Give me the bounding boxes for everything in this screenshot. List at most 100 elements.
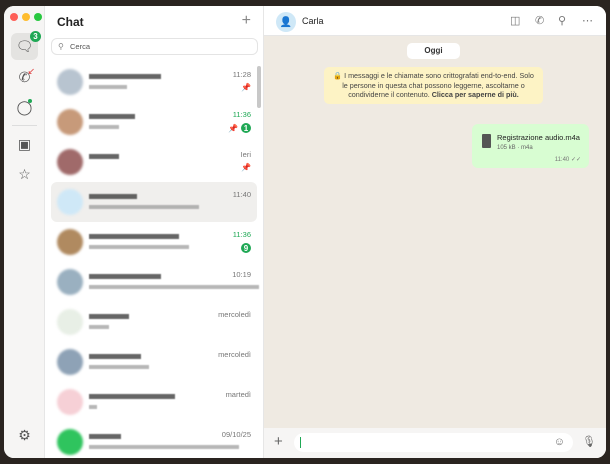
- chat-list: 11:28 📌 11:36 📌 1 Ieri 📌 11:40 11:36 9 10…: [45, 62, 263, 458]
- avatar: [57, 429, 83, 455]
- starred-button[interactable]: ☆: [11, 161, 38, 188]
- message-bubble[interactable]: Registrazione audio.m4a 105 kB · m4a 11:…: [472, 124, 589, 168]
- chat-row[interactable]: 09/10/25: [51, 422, 257, 458]
- search-icon[interactable]: ⚲: [558, 14, 566, 27]
- chat-row[interactable]: 11:28 📌: [51, 62, 257, 102]
- contact-name-redacted: [89, 234, 179, 239]
- contact-name[interactable]: Carla: [302, 16, 324, 26]
- avatar: [57, 109, 83, 135]
- text-caret: [300, 437, 301, 448]
- message-input[interactable]: ☺: [294, 433, 573, 452]
- chat-time: mercoledì: [218, 350, 251, 359]
- contact-avatar[interactable]: 👤: [276, 12, 296, 32]
- status-button[interactable]: ◯: [11, 94, 38, 121]
- chat-time: 11:36: [232, 230, 251, 239]
- contact-name-redacted: [89, 154, 119, 159]
- file-info: 105 kB · m4a: [497, 145, 533, 151]
- chat-time: 10:19: [232, 270, 251, 279]
- missed-call-icon: ↙: [27, 66, 35, 76]
- scrollbar[interactable]: [257, 66, 261, 108]
- voice-call-icon[interactable]: ✆: [535, 14, 544, 27]
- traffic-lights: [10, 13, 42, 21]
- chats-button[interactable]: 🗨 3: [11, 31, 41, 60]
- settings-icon: ⚙: [18, 427, 31, 443]
- avatar: [57, 69, 83, 95]
- avatar: [57, 149, 83, 175]
- search-placeholder: Cerca: [70, 42, 91, 51]
- chat-row[interactable]: martedì: [51, 382, 257, 422]
- message-preview-redacted: [89, 285, 259, 289]
- encryption-notice[interactable]: 🔒 I messaggi e le chiamate sono crittogr…: [324, 67, 543, 104]
- composer: + ☺ 🎙: [264, 428, 606, 458]
- contact-name-redacted: [89, 274, 161, 279]
- emoji-icon[interactable]: ☺: [554, 436, 565, 448]
- read-ticks-icon: ✓✓: [570, 157, 581, 163]
- learn-more-link[interactable]: Clicca per saperne di più.: [432, 90, 519, 99]
- chat-row[interactable]: 11:36 9: [51, 222, 257, 262]
- chat-time: 09/10/25: [221, 430, 251, 439]
- lock-icon: 🔒: [333, 71, 343, 80]
- unread-badge: 9: [241, 243, 251, 253]
- archive-icon: ▣: [17, 136, 32, 152]
- message-preview-redacted: [89, 245, 189, 249]
- chat-time: 11:36: [232, 110, 251, 119]
- message-preview-redacted: [89, 325, 109, 329]
- divider: [12, 125, 37, 126]
- chat-time: mercoledì: [218, 310, 251, 319]
- unread-badge: 1: [241, 123, 251, 133]
- chat-row[interactable]: 11:36 📌 1: [51, 102, 257, 142]
- contact-name-redacted: [89, 114, 135, 119]
- contact-name-redacted: [89, 194, 137, 199]
- date-chip: Oggi: [407, 43, 460, 59]
- avatar: [57, 229, 83, 255]
- avatar: [57, 189, 83, 215]
- microphone-icon[interactable]: 🎙: [582, 435, 596, 448]
- chat-list-panel: Chat + ⚲ Cerca 11:28 📌 11:36 📌 1 Ieri 📌 11…: [45, 6, 264, 458]
- calls-button[interactable]: ✆ ↙: [11, 64, 38, 91]
- search-icon: ⚲: [58, 42, 64, 51]
- search-input[interactable]: ⚲ Cerca: [51, 38, 258, 55]
- chat-time: Ieri: [240, 150, 251, 159]
- avatar: [57, 389, 83, 415]
- archive-button[interactable]: ▣: [11, 131, 38, 158]
- chat-row[interactable]: Ieri 📌: [51, 142, 257, 182]
- pin-icon: 📌: [228, 123, 238, 133]
- video-call-icon[interactable]: ◫: [510, 14, 520, 27]
- chat-row[interactable]: mercoledì: [51, 302, 257, 342]
- settings-button[interactable]: ⚙: [11, 422, 38, 449]
- contact-name-redacted: [89, 394, 175, 399]
- star-icon: ☆: [18, 166, 31, 182]
- avatar: [57, 309, 83, 335]
- chat-row[interactable]: mercoledì: [51, 342, 257, 382]
- close-button[interactable]: [10, 13, 18, 21]
- conversation-header[interactable]: 👤 Carla ◫ ✆ ⚲ ⋯: [264, 6, 606, 36]
- avatar: [57, 269, 83, 295]
- message-preview-redacted: [89, 445, 239, 449]
- contact-name-redacted: [89, 314, 129, 319]
- contact-name-redacted: [89, 354, 141, 359]
- minimize-button[interactable]: [22, 13, 30, 21]
- pin-icon: 📌: [241, 83, 251, 92]
- more-options-icon[interactable]: ⋯: [582, 14, 593, 27]
- message-preview-redacted: [89, 365, 149, 369]
- zoom-button[interactable]: [34, 13, 42, 21]
- message-preview-redacted: [89, 125, 119, 129]
- chat-time: martedì: [225, 390, 251, 399]
- chat-time: 11:40: [232, 190, 251, 199]
- app-window: 🗨 3 ✆ ↙ ◯ ▣ ☆ ⚙ Chat + ⚲ Cerca 11:28 📌 11:3…: [4, 6, 606, 458]
- contact-name-redacted: [89, 74, 161, 79]
- message-time: 11:40: [554, 157, 570, 163]
- attach-button[interactable]: +: [274, 433, 283, 450]
- status-dot: [28, 99, 32, 103]
- nav-rail: 🗨 3 ✆ ↙ ◯ ▣ ☆ ⚙: [4, 6, 45, 458]
- panel-title: Chat: [57, 15, 84, 29]
- message-preview-redacted: [89, 405, 97, 409]
- new-chat-button[interactable]: +: [242, 12, 251, 30]
- pin-icon: 📌: [241, 163, 251, 172]
- file-icon: [482, 134, 491, 148]
- chat-row[interactable]: 10:19: [51, 262, 259, 302]
- message-preview-redacted: [89, 205, 199, 209]
- chat-row[interactable]: 11:40: [51, 182, 257, 222]
- conversation-panel: 👤 Carla ◫ ✆ ⚲ ⋯ Oggi 🔒 I messaggi e le c…: [264, 6, 606, 458]
- unread-badge: 3: [30, 31, 41, 42]
